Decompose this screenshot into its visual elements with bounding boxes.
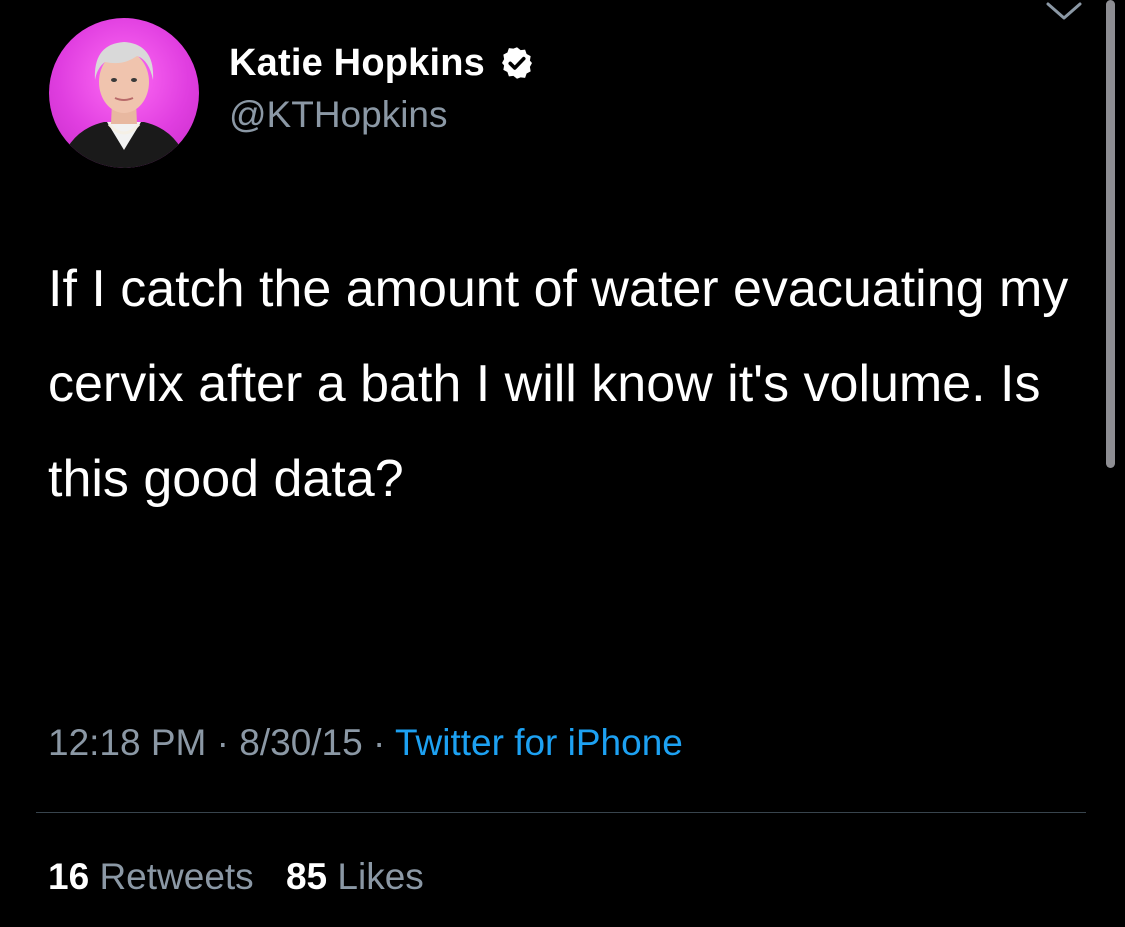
retweets-label: Retweets (99, 856, 254, 897)
retweets-stat[interactable]: 16 Retweets (48, 856, 254, 898)
tweet-stats: 16 Retweets 85 Likes (48, 856, 446, 898)
author-name-row: Katie Hopkins (229, 40, 535, 86)
meta-separator: · (373, 722, 386, 763)
likes-stat[interactable]: 85 Likes (286, 856, 424, 898)
tweet-source-link[interactable]: Twitter for iPhone (395, 722, 683, 763)
likes-count: 85 (285, 856, 328, 897)
tweet-date: 8/30/15 (239, 722, 363, 763)
divider (36, 812, 1086, 813)
scrollbar[interactable] (1106, 0, 1115, 468)
tweet-text: If I catch the amount of water evacuatin… (48, 260, 1069, 508)
profile-photo-icon (59, 42, 189, 168)
verified-badge-icon (499, 45, 535, 81)
avatar[interactable] (49, 18, 199, 168)
chevron-down-icon[interactable] (1044, 0, 1084, 24)
author-display-name[interactable]: Katie Hopkins (229, 42, 485, 85)
author-handle[interactable]: @KTHopkins (229, 94, 448, 136)
tweet-time: 12:18 PM (48, 722, 207, 763)
retweets-count: 16 (48, 856, 90, 897)
tweet-meta: 12:18 PM · 8/30/15 · Twitter for iPhone (48, 722, 683, 764)
meta-separator: · (216, 722, 229, 763)
likes-label: Likes (337, 856, 424, 897)
